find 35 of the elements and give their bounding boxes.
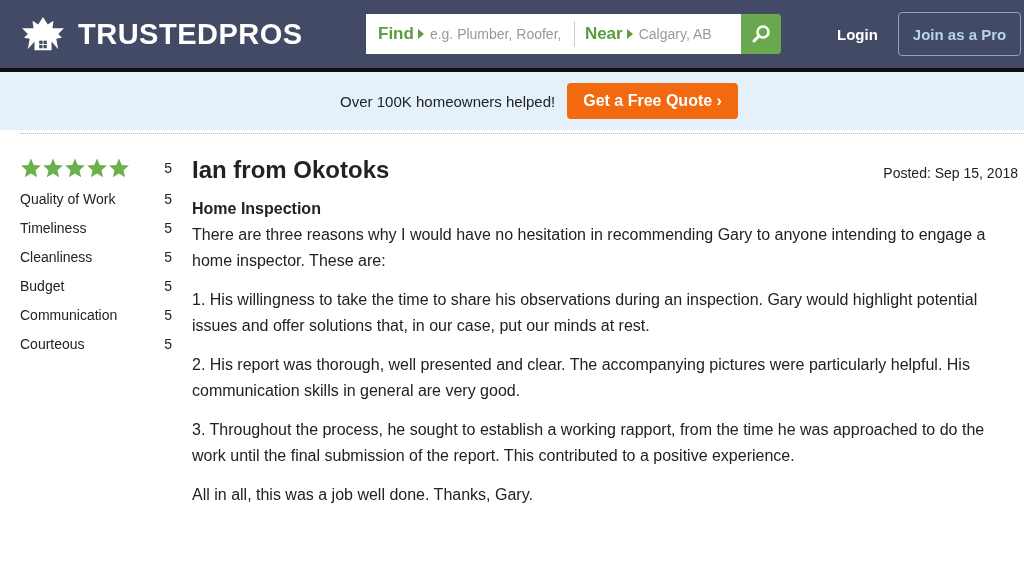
service-title: Home Inspection (192, 200, 322, 218)
rating-label: Communication (20, 306, 118, 323)
review-paragraph: All in all, this was a job well done. Thanks, Gary. (192, 485, 534, 505)
login-link[interactable]: Login (837, 25, 878, 43)
triangle-icon (626, 29, 633, 39)
logo-wordmark: TRUSTEDPROS (78, 17, 303, 51)
rating-value: 5 (164, 335, 172, 352)
review-paragraph: 2. His report was thorough, well presented and clear. The accompanying pictures were particularly helpful. His communication skills in general are very good. (192, 355, 971, 401)
logo-icon (20, 15, 66, 53)
rating-value: 5 (164, 190, 172, 207)
rating-value: 5 (164, 160, 172, 176)
search-button[interactable] (741, 14, 781, 54)
rating-label: Courteous (20, 335, 85, 352)
review-paragraph: 1. His willingness to take the time to share his observations during an inspection. Gary would highlight potential issues and offer solutions that, in our case, put our minds at rest. (192, 290, 979, 336)
join-button[interactable]: Join as a Pro (897, 12, 1022, 56)
rating-value: 5 (164, 277, 172, 294)
quote-button[interactable]: Get a Free Quote › (567, 83, 738, 119)
banner-text: Over 100K homeowners helped! (340, 92, 556, 110)
rating-value: 5 (164, 306, 172, 323)
rating-label: Quality of Work (20, 190, 116, 207)
rating-value: 5 (164, 219, 172, 236)
review-paragraph: 3. Throughout the process, he sought to establish a working rapport, from the time he was approached to do the work until the final submission of the report. This contributed to a positive experience. (192, 420, 986, 466)
find-field[interactable]: e.g. Plumber, Roofer, (429, 26, 574, 42)
rating-label: Budget (20, 277, 65, 294)
rating-label: Cleanliness (20, 248, 93, 265)
posted-date: Posted: Sep 15, 2018 (883, 165, 1018, 181)
rating-label: Timeliness (20, 219, 87, 236)
review-author: Ian from Okotoks (192, 156, 390, 184)
rating-value: 5 (164, 248, 172, 265)
review-paragraph: There are three reasons why I would have no hesitation in recommending Gary to anyone intending to engage a home inspector. These are: (192, 225, 987, 271)
triangle-icon (417, 29, 424, 39)
near-label: Near (584, 24, 623, 44)
search-icon (751, 24, 771, 44)
find-label: Find (378, 24, 414, 44)
near-field[interactable]: Calgary, AB (638, 26, 729, 42)
